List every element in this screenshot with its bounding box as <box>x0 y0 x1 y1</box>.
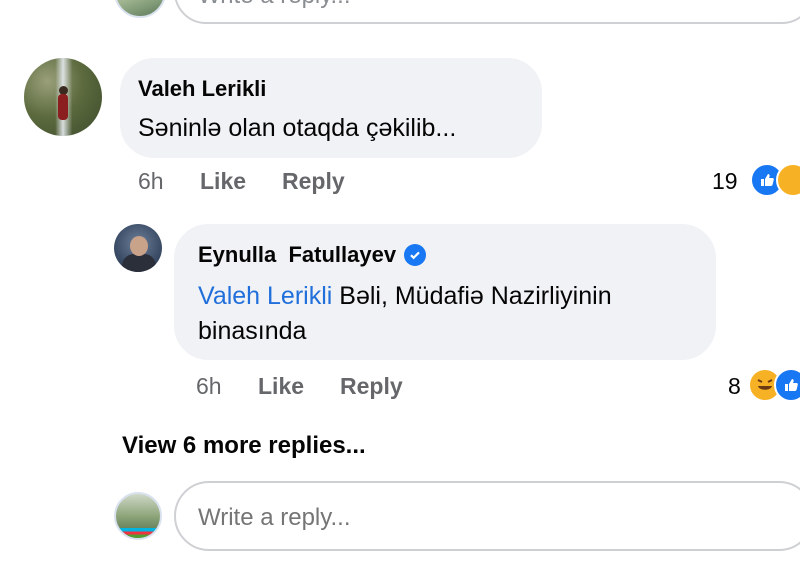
replier-avatar[interactable] <box>114 224 162 272</box>
comment-like-button[interactable]: Like <box>200 168 246 195</box>
reply-input[interactable] <box>174 481 800 551</box>
mention-link[interactable]: Valeh Lerikli <box>198 282 332 310</box>
comment-time[interactable]: 6h <box>138 168 164 195</box>
reply-bubble: Eynulla Fatullayev Valeh Lerikli Bəli, M… <box>174 224 716 360</box>
reply-reaction-count[interactable]: 8 <box>728 373 741 400</box>
like-icon <box>774 368 800 402</box>
reply-text: Bəli, Müdafiə Nazirliyinin <box>332 282 612 310</box>
reply-text-line2: binasında <box>198 317 307 345</box>
comment-bubble: Valeh Lerikli Səninlə olan otaqda çəkili… <box>120 58 542 158</box>
commenter-avatar[interactable] <box>24 58 102 136</box>
current-user-avatar[interactable] <box>114 492 162 540</box>
verified-badge-icon <box>404 244 427 266</box>
avatar[interactable] <box>114 0 166 18</box>
reply-author[interactable]: Eynulla Fatullayev <box>198 242 396 268</box>
reply-reply-button[interactable]: Reply <box>340 373 403 400</box>
reply-text-line1: Valeh Lerikli Bəli, Müdafiə Nazirliyinin <box>198 282 612 311</box>
comment-author[interactable]: Valeh Lerikli <box>138 76 266 102</box>
reply-time[interactable]: 6h <box>196 373 222 400</box>
comment-reply-button[interactable]: Reply <box>282 168 345 195</box>
comment-text: Səninlə olan otaqda çəkilib... <box>138 114 457 142</box>
reply-input-top[interactable]: Write a reply... <box>174 0 800 24</box>
reply-like-button[interactable]: Like <box>258 373 304 400</box>
care-emoji-icon <box>776 163 800 197</box>
comment-reaction-count[interactable]: 19 <box>712 168 738 195</box>
view-more-replies-link[interactable]: View 6 more replies... <box>122 432 366 460</box>
reply-placeholder: Write a reply... <box>198 0 350 10</box>
reply-input-field[interactable] <box>198 504 598 532</box>
